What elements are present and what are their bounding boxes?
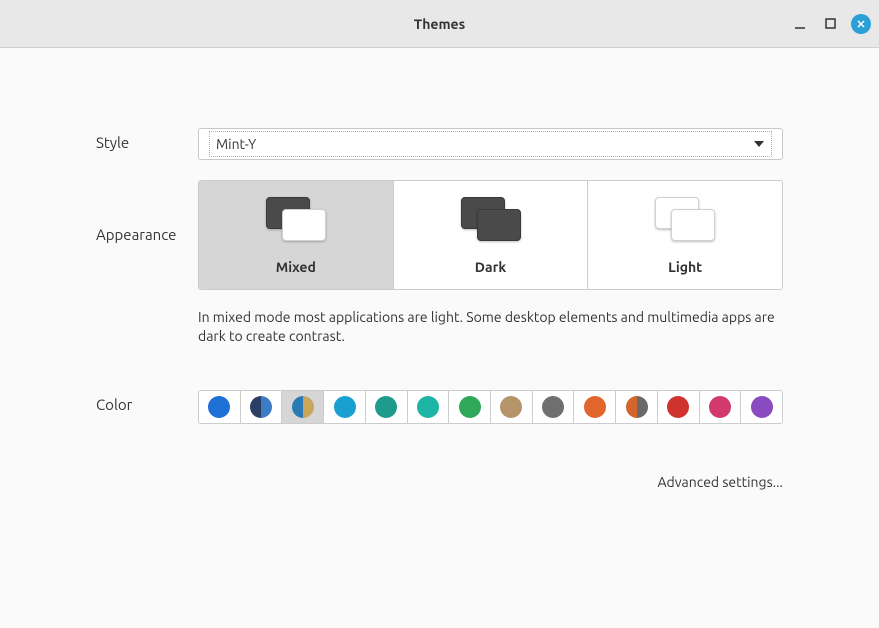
color-circle-icon bbox=[292, 396, 314, 418]
style-dropdown-value: Mint-Y bbox=[216, 136, 256, 152]
color-swatch-red[interactable] bbox=[658, 391, 700, 423]
close-icon bbox=[856, 19, 866, 29]
style-row: Style Mint-Y bbox=[96, 128, 783, 160]
color-circle-icon bbox=[250, 396, 272, 418]
content-area: Style Mint-Y Appearance MixedDarkLight I… bbox=[0, 48, 879, 490]
maximize-icon bbox=[825, 18, 836, 29]
color-swatch-blue-sand-split[interactable] bbox=[282, 391, 324, 423]
color-circle-icon bbox=[667, 396, 689, 418]
minimize-icon bbox=[794, 18, 806, 30]
color-swatch-grey[interactable] bbox=[533, 391, 575, 423]
description-row: In mixed mode most applications are ligh… bbox=[96, 310, 783, 368]
color-swatch-blue-dark-split[interactable] bbox=[241, 391, 283, 423]
color-circle-icon bbox=[208, 396, 230, 418]
style-dropdown[interactable]: Mint-Y bbox=[198, 128, 783, 160]
appearance-option-label: Mixed bbox=[199, 259, 393, 275]
color-circle-icon bbox=[709, 396, 731, 418]
color-circle-icon bbox=[459, 396, 481, 418]
color-swatch-blue[interactable] bbox=[199, 391, 241, 423]
color-circle-icon bbox=[751, 396, 773, 418]
minimize-button[interactable] bbox=[791, 15, 809, 33]
color-circle-icon bbox=[375, 396, 397, 418]
color-swatch-orange[interactable] bbox=[574, 391, 616, 423]
color-circle-icon bbox=[584, 396, 606, 418]
color-swatch-purple[interactable] bbox=[741, 391, 782, 423]
window-controls bbox=[791, 14, 871, 34]
color-swatch-pink[interactable] bbox=[700, 391, 742, 423]
color-label: Color bbox=[96, 390, 198, 413]
color-swatch-green[interactable] bbox=[449, 391, 491, 423]
appearance-option-light[interactable]: Light bbox=[588, 181, 782, 289]
color-circle-icon bbox=[542, 396, 564, 418]
appearance-preview-dark bbox=[455, 197, 527, 245]
close-button[interactable] bbox=[851, 14, 871, 34]
chevron-down-icon bbox=[753, 140, 765, 148]
color-circle-icon bbox=[334, 396, 356, 418]
appearance-option-mixed[interactable]: Mixed bbox=[199, 181, 394, 289]
color-row: Color bbox=[96, 390, 783, 424]
appearance-options: MixedDarkLight bbox=[198, 180, 783, 290]
appearance-option-label: Light bbox=[588, 259, 782, 275]
color-circle-icon bbox=[626, 396, 648, 418]
appearance-option-dark[interactable]: Dark bbox=[394, 181, 589, 289]
appearance-label: Appearance bbox=[96, 180, 198, 243]
appearance-option-label: Dark bbox=[394, 259, 588, 275]
appearance-description: In mixed mode most applications are ligh… bbox=[198, 308, 783, 346]
appearance-preview-light bbox=[649, 197, 721, 245]
color-swatch-orange-grey-split[interactable] bbox=[616, 391, 658, 423]
titlebar: Themes bbox=[0, 0, 879, 48]
appearance-row: Appearance MixedDarkLight bbox=[96, 180, 783, 290]
window-title: Themes bbox=[414, 16, 465, 32]
color-swatch-sand[interactable] bbox=[491, 391, 533, 423]
color-swatch-teal-light[interactable] bbox=[408, 391, 450, 423]
color-swatch-aqua[interactable] bbox=[324, 391, 366, 423]
color-swatches bbox=[198, 390, 783, 424]
advanced-row: Advanced settings... bbox=[96, 444, 783, 490]
advanced-settings-link[interactable]: Advanced settings... bbox=[198, 474, 783, 490]
style-label: Style bbox=[96, 128, 198, 151]
appearance-preview-mixed bbox=[260, 197, 332, 245]
maximize-button[interactable] bbox=[821, 15, 839, 33]
color-swatch-teal[interactable] bbox=[366, 391, 408, 423]
color-circle-icon bbox=[417, 396, 439, 418]
color-circle-icon bbox=[500, 396, 522, 418]
